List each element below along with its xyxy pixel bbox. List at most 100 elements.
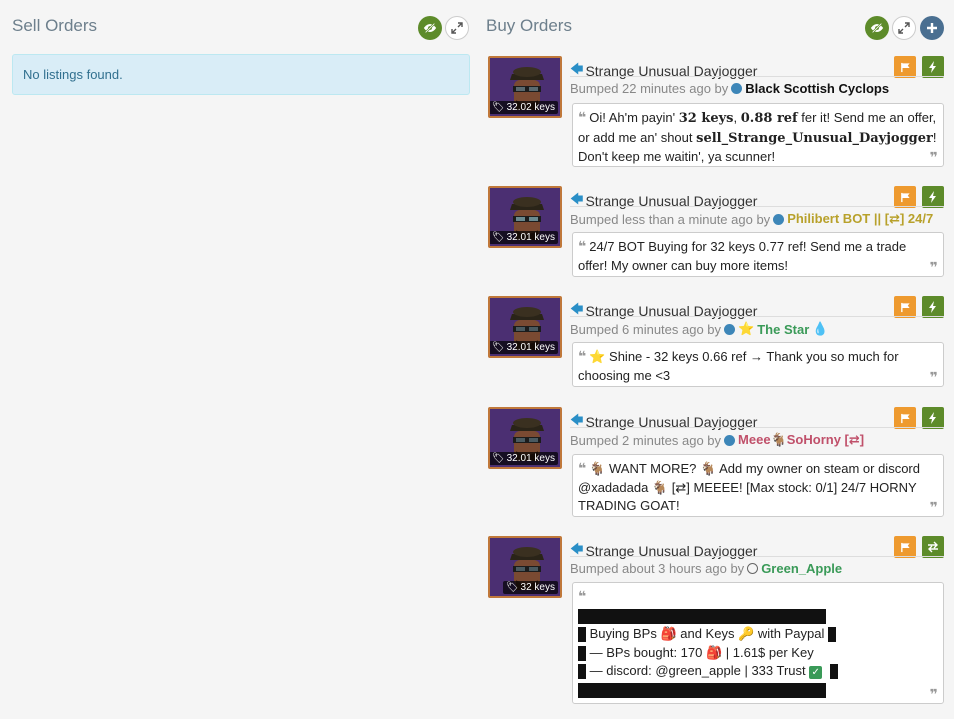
bumped-text: Bumped 2 minutes ago by	[570, 432, 722, 448]
order-message: ❝ ⭐ Shine - 32 keys 0.66 ref → Thank you …	[572, 342, 944, 387]
user-name-link[interactable]: Philibert BOT || [⇄] 24/7	[787, 211, 933, 227]
quote-open-icon: ❝	[578, 238, 587, 254]
divider	[570, 76, 944, 77]
report-button[interactable]	[894, 296, 916, 318]
bolt-icon	[929, 191, 936, 203]
user-name-link[interactable]: Green_Apple	[761, 561, 842, 576]
item-price: 32.01 keys	[506, 453, 555, 464]
ascii-border-line	[578, 681, 938, 700]
report-button[interactable]	[894, 56, 916, 78]
exchange-icon	[928, 541, 938, 553]
bumped-text: Bumped less than a minute ago by	[570, 211, 771, 227]
item-price: 32.01 keys	[506, 342, 555, 353]
report-button[interactable]	[894, 186, 916, 208]
flag-icon	[900, 413, 910, 423]
key-icon: 🔑	[738, 626, 755, 641]
order-message: ❝ Buying BPs 🎒 and Keys 🔑 with Paypal — …	[572, 582, 944, 704]
star-icon: ⭐	[589, 349, 606, 364]
item-name-link[interactable]: 🡄 Strange Unusual Dayjogger	[570, 300, 757, 322]
item-avatar[interactable]: 🏷 32 keys	[488, 536, 562, 598]
quote-close-icon: ❞	[929, 258, 938, 275]
buy-expand-button[interactable]	[892, 16, 916, 40]
sell-orders-title: Sell Orders	[12, 16, 98, 35]
quote-close-icon: ❞	[929, 148, 938, 165]
item-name-link[interactable]: 🡄 Strange Unusual Dayjogger	[570, 411, 757, 433]
eye-slash-icon	[423, 22, 437, 34]
divider	[570, 206, 944, 207]
tag-icon: 🏷	[491, 342, 505, 353]
bumped-text: Bumped 22 minutes ago by	[570, 81, 729, 96]
item-name-link[interactable]: 🡄 Strange Unusual Dayjogger	[570, 190, 757, 212]
bump-info: Bumped 2 minutes ago by Meee🐐SoHorny [⇄]	[570, 432, 864, 448]
steam-status-icon	[724, 323, 736, 335]
bump-info: Bumped less than a minute ago by Philibe…	[570, 211, 933, 227]
item-avatar[interactable]: 🏷 32.02 keys	[488, 56, 562, 118]
user-name-link[interactable]: Meee🐐SoHorny [⇄]	[738, 432, 864, 448]
flag-icon	[900, 62, 910, 72]
item-name-link[interactable]: 🡄 Strange Unusual Dayjogger	[570, 60, 757, 82]
sell-toggle-visibility-button[interactable]	[418, 16, 442, 40]
item-avatar[interactable]: 🏷 32.01 keys	[488, 186, 562, 248]
buy-order-listing: 🏷 32.01 keys 🡄 Strange Unusual Dayjogger …	[488, 407, 944, 517]
tag-icon: 🏷	[505, 582, 519, 593]
report-button[interactable]	[894, 536, 916, 558]
add-buy-order-button[interactable]	[920, 16, 944, 40]
backpack-icon: 🎒	[705, 644, 723, 660]
buy-toggle-visibility-button[interactable]	[865, 16, 889, 40]
bump-info: Bumped about 3 hours ago by Green_Apple	[570, 561, 842, 576]
steam-status-icon	[731, 83, 743, 94]
eye-slash-icon	[870, 22, 884, 34]
tag-icon: 🏷	[491, 232, 505, 243]
tag-icon: 🏷	[491, 453, 505, 464]
bumped-text: Bumped 6 minutes ago by	[570, 321, 722, 337]
arrow-left-icon: 🡄	[570, 191, 584, 206]
steam-status-icon	[724, 434, 736, 446]
check-icon: ✓	[809, 666, 823, 679]
order-message: ❝ Oi! Ah'm payin' 32 keys, 0.88 ref fer i…	[572, 103, 944, 167]
arrow-left-icon: 🡄	[570, 61, 584, 76]
quote-open-icon: ❝	[578, 109, 587, 125]
backpack-icon: 🎒	[660, 626, 677, 641]
divider	[570, 427, 944, 428]
flag-icon	[900, 302, 910, 312]
steam-status-icon	[773, 213, 785, 225]
instant-buy-button[interactable]	[922, 186, 944, 208]
quote-close-icon: ❞	[929, 685, 938, 702]
star-icon: ⭐	[738, 321, 755, 336]
item-avatar[interactable]: 🏷 32.01 keys	[488, 407, 562, 469]
bumped-text: Bumped about 3 hours ago by	[570, 561, 745, 576]
divider	[570, 316, 944, 317]
goat-icon: 🐐	[700, 461, 717, 476]
send-offer-button[interactable]	[922, 536, 944, 558]
buy-order-listing: 🏷 32.01 keys 🡄 Strange Unusual Dayjogger …	[488, 296, 944, 388]
expand-icon	[898, 22, 910, 34]
goat-icon: 🐐	[651, 479, 669, 495]
bolt-icon	[929, 301, 936, 313]
quote-open-icon: ❝	[578, 460, 587, 476]
quote-open-icon: ❝	[578, 588, 587, 604]
report-button[interactable]	[894, 407, 916, 429]
instant-buy-button[interactable]	[922, 407, 944, 429]
arrow-left-icon: 🡄	[570, 301, 584, 316]
offline-status-icon	[747, 563, 759, 574]
quote-close-icon: ❞	[929, 498, 938, 515]
user-name-link[interactable]: Black Scottish Cyclops	[745, 81, 889, 96]
instant-buy-button[interactable]	[922, 56, 944, 78]
item-avatar[interactable]: 🏷 32.01 keys	[488, 296, 562, 358]
droplet-icon: 💧	[812, 321, 829, 336]
sell-expand-button[interactable]	[445, 16, 469, 40]
quote-close-icon: ❞	[929, 368, 938, 385]
instant-buy-button[interactable]	[922, 296, 944, 318]
flag-icon	[900, 192, 910, 202]
item-name-link[interactable]: 🡄 Strange Unusual Dayjogger	[570, 540, 757, 562]
goat-icon: 🐐	[770, 432, 787, 447]
flag-icon	[900, 542, 910, 552]
buy-order-listing: 🏷 32.01 keys 🡄 Strange Unusual Dayjogger …	[488, 186, 944, 278]
user-name-link[interactable]: The Star	[757, 322, 809, 337]
item-price: 32.02 keys	[506, 102, 555, 113]
expand-icon	[451, 22, 463, 34]
ascii-border-line	[578, 607, 938, 626]
divider	[570, 556, 944, 557]
buy-order-listing: 🏷 32 keys 🡄 Strange Unusual Dayjogger Bum…	[488, 536, 944, 704]
no-listings-alert: No listings found.	[12, 54, 470, 95]
